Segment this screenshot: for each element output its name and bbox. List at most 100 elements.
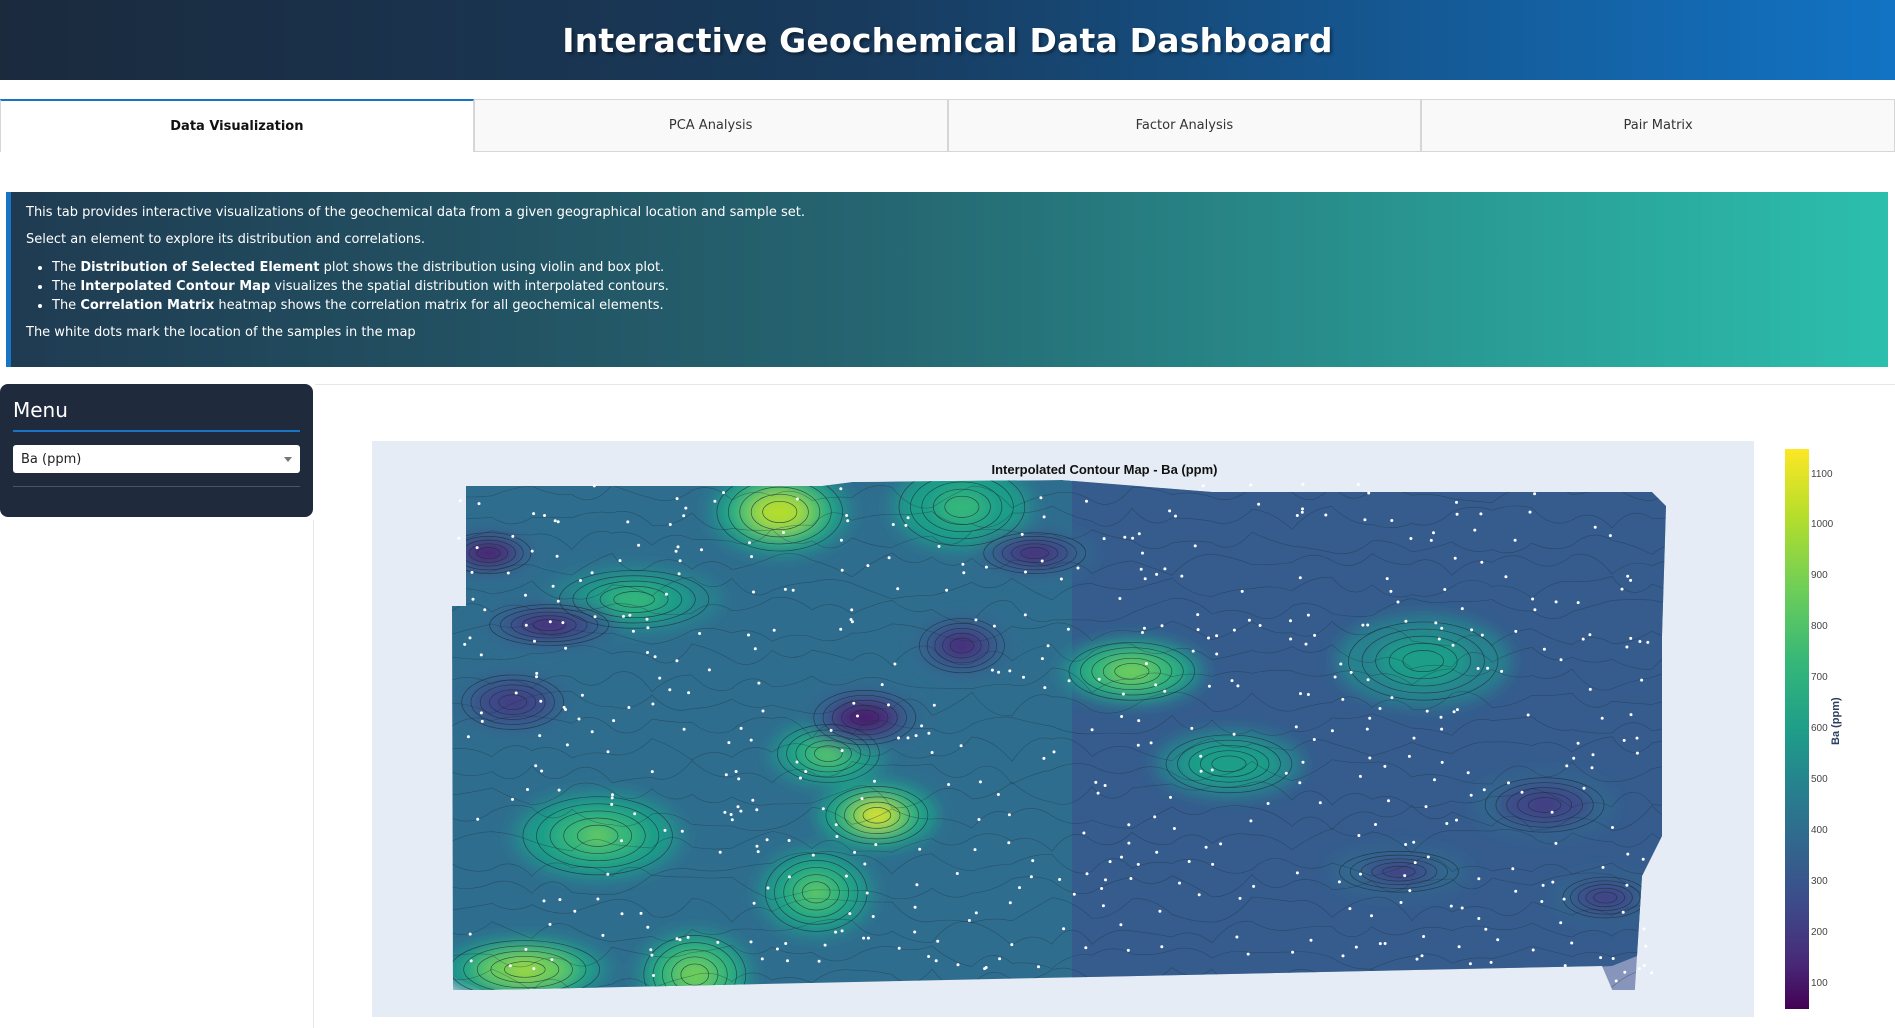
sample-location-dot[interactable] — [1455, 708, 1459, 712]
sample-location-dot[interactable] — [1160, 945, 1164, 949]
sample-location-dot[interactable] — [664, 592, 668, 596]
sample-location-dot[interactable] — [1039, 496, 1043, 500]
sample-location-dot[interactable] — [682, 727, 686, 731]
sample-location-dot[interactable] — [1358, 774, 1362, 778]
sample-location-dot[interactable] — [1043, 686, 1047, 690]
sample-location-dot[interactable] — [1180, 574, 1184, 578]
sample-location-dot[interactable] — [610, 796, 614, 800]
sample-location-dot[interactable] — [1313, 633, 1317, 637]
sample-location-dot[interactable] — [1010, 943, 1014, 947]
sample-location-dot[interactable] — [1108, 860, 1112, 864]
sample-location-dot[interactable] — [1082, 831, 1086, 835]
sample-location-dot[interactable] — [1199, 769, 1203, 773]
sample-location-dot[interactable] — [1365, 727, 1369, 731]
sample-location-dot[interactable] — [750, 555, 754, 559]
sample-location-dot[interactable] — [1031, 859, 1035, 863]
sample-location-dot[interactable] — [580, 693, 584, 697]
sample-location-dot[interactable] — [1451, 643, 1455, 647]
sample-location-dot[interactable] — [839, 487, 843, 491]
sample-location-dot[interactable] — [601, 933, 605, 937]
sample-location-dot[interactable] — [558, 898, 562, 902]
sample-location-dot[interactable] — [1489, 960, 1493, 964]
sample-location-dot[interactable] — [1136, 743, 1140, 747]
sample-location-dot[interactable] — [962, 571, 966, 575]
sample-location-dot[interactable] — [1238, 896, 1242, 900]
sample-location-dot[interactable] — [1040, 657, 1044, 661]
sample-location-dot[interactable] — [1249, 483, 1253, 487]
sample-location-dot[interactable] — [840, 568, 844, 572]
sample-location-dot[interactable] — [524, 947, 528, 951]
sample-location-dot[interactable] — [1289, 637, 1293, 641]
sample-location-dot[interactable] — [556, 520, 560, 524]
sample-location-dot[interactable] — [466, 735, 470, 739]
sample-location-dot[interactable] — [658, 676, 662, 680]
sample-location-dot[interactable] — [1445, 822, 1449, 825]
sample-location-dot[interactable] — [845, 514, 849, 517]
sample-location-dot[interactable] — [853, 850, 857, 854]
sample-location-dot[interactable] — [887, 703, 890, 707]
sample-location-dot[interactable] — [1601, 865, 1605, 869]
sample-location-dot[interactable] — [573, 909, 577, 913]
sample-location-dot[interactable] — [1520, 790, 1524, 794]
sample-location-dot[interactable] — [723, 810, 727, 814]
sample-location-dot[interactable] — [1440, 626, 1444, 630]
sample-location-dot[interactable] — [592, 484, 596, 488]
sample-location-dot[interactable] — [1644, 944, 1648, 948]
sample-location-dot[interactable] — [1439, 715, 1443, 719]
sample-location-dot[interactable] — [1312, 738, 1316, 741]
sample-location-dot[interactable] — [506, 571, 510, 575]
sample-location-dot[interactable] — [1163, 689, 1167, 693]
sample-location-dot[interactable] — [765, 838, 769, 842]
sample-location-dot[interactable] — [834, 823, 838, 827]
sample-location-dot[interactable] — [1477, 917, 1481, 920]
sample-location-dot[interactable] — [848, 912, 852, 916]
sample-location-dot[interactable] — [906, 736, 910, 740]
sample-location-dot[interactable] — [1620, 587, 1624, 591]
sample-location-dot[interactable] — [1415, 957, 1419, 961]
sample-location-dot[interactable] — [476, 817, 480, 821]
sample-location-dot[interactable] — [1641, 857, 1645, 861]
sample-location-dot[interactable] — [1626, 574, 1630, 578]
tab-data-visualization[interactable]: Data Visualization — [0, 99, 474, 152]
sample-location-dot[interactable] — [834, 930, 838, 934]
sample-location-dot[interactable] — [1104, 878, 1107, 882]
sample-location-dot[interactable] — [1359, 872, 1362, 876]
sample-location-dot[interactable] — [1037, 965, 1040, 969]
sample-location-dot[interactable] — [1154, 683, 1158, 687]
sample-location-dot[interactable] — [1333, 675, 1337, 679]
sample-location-dot[interactable] — [756, 850, 760, 854]
sample-location-dot[interactable] — [618, 559, 622, 563]
sample-location-dot[interactable] — [627, 706, 631, 709]
sample-location-dot[interactable] — [548, 922, 552, 926]
sample-location-dot[interactable] — [1136, 862, 1140, 866]
sample-location-dot[interactable] — [1363, 518, 1367, 522]
sample-location-dot[interactable] — [675, 937, 679, 941]
sample-location-dot[interactable] — [961, 562, 965, 566]
sample-location-dot[interactable] — [579, 579, 582, 582]
sample-location-dot[interactable] — [1554, 600, 1558, 604]
sample-location-dot[interactable] — [1289, 619, 1292, 623]
sample-location-dot[interactable] — [678, 559, 682, 563]
sample-location-dot[interactable] — [633, 812, 637, 816]
sample-location-dot[interactable] — [1367, 491, 1371, 495]
sample-location-dot[interactable] — [1477, 877, 1481, 881]
sample-location-dot[interactable] — [1570, 941, 1574, 945]
sample-location-dot[interactable] — [698, 632, 702, 635]
sample-location-dot[interactable] — [1160, 624, 1164, 628]
sample-location-dot[interactable] — [1207, 636, 1210, 640]
sample-location-dot[interactable] — [1232, 732, 1236, 736]
sample-location-dot[interactable] — [1554, 841, 1558, 845]
sample-location-dot[interactable] — [840, 749, 844, 753]
sample-location-dot[interactable] — [1404, 843, 1408, 846]
sample-location-dot[interactable] — [1479, 512, 1483, 516]
sample-location-dot[interactable] — [1097, 677, 1101, 681]
sample-location-dot[interactable] — [852, 701, 856, 705]
sample-location-dot[interactable] — [596, 897, 600, 901]
sample-location-dot[interactable] — [1453, 556, 1457, 560]
sample-location-dot[interactable] — [1131, 536, 1135, 540]
sample-location-dot[interactable] — [626, 520, 630, 524]
sample-location-dot[interactable] — [1626, 852, 1630, 856]
sample-location-dot[interactable] — [457, 536, 461, 540]
sample-location-dot[interactable] — [930, 751, 934, 754]
sample-location-dot[interactable] — [1357, 834, 1361, 837]
